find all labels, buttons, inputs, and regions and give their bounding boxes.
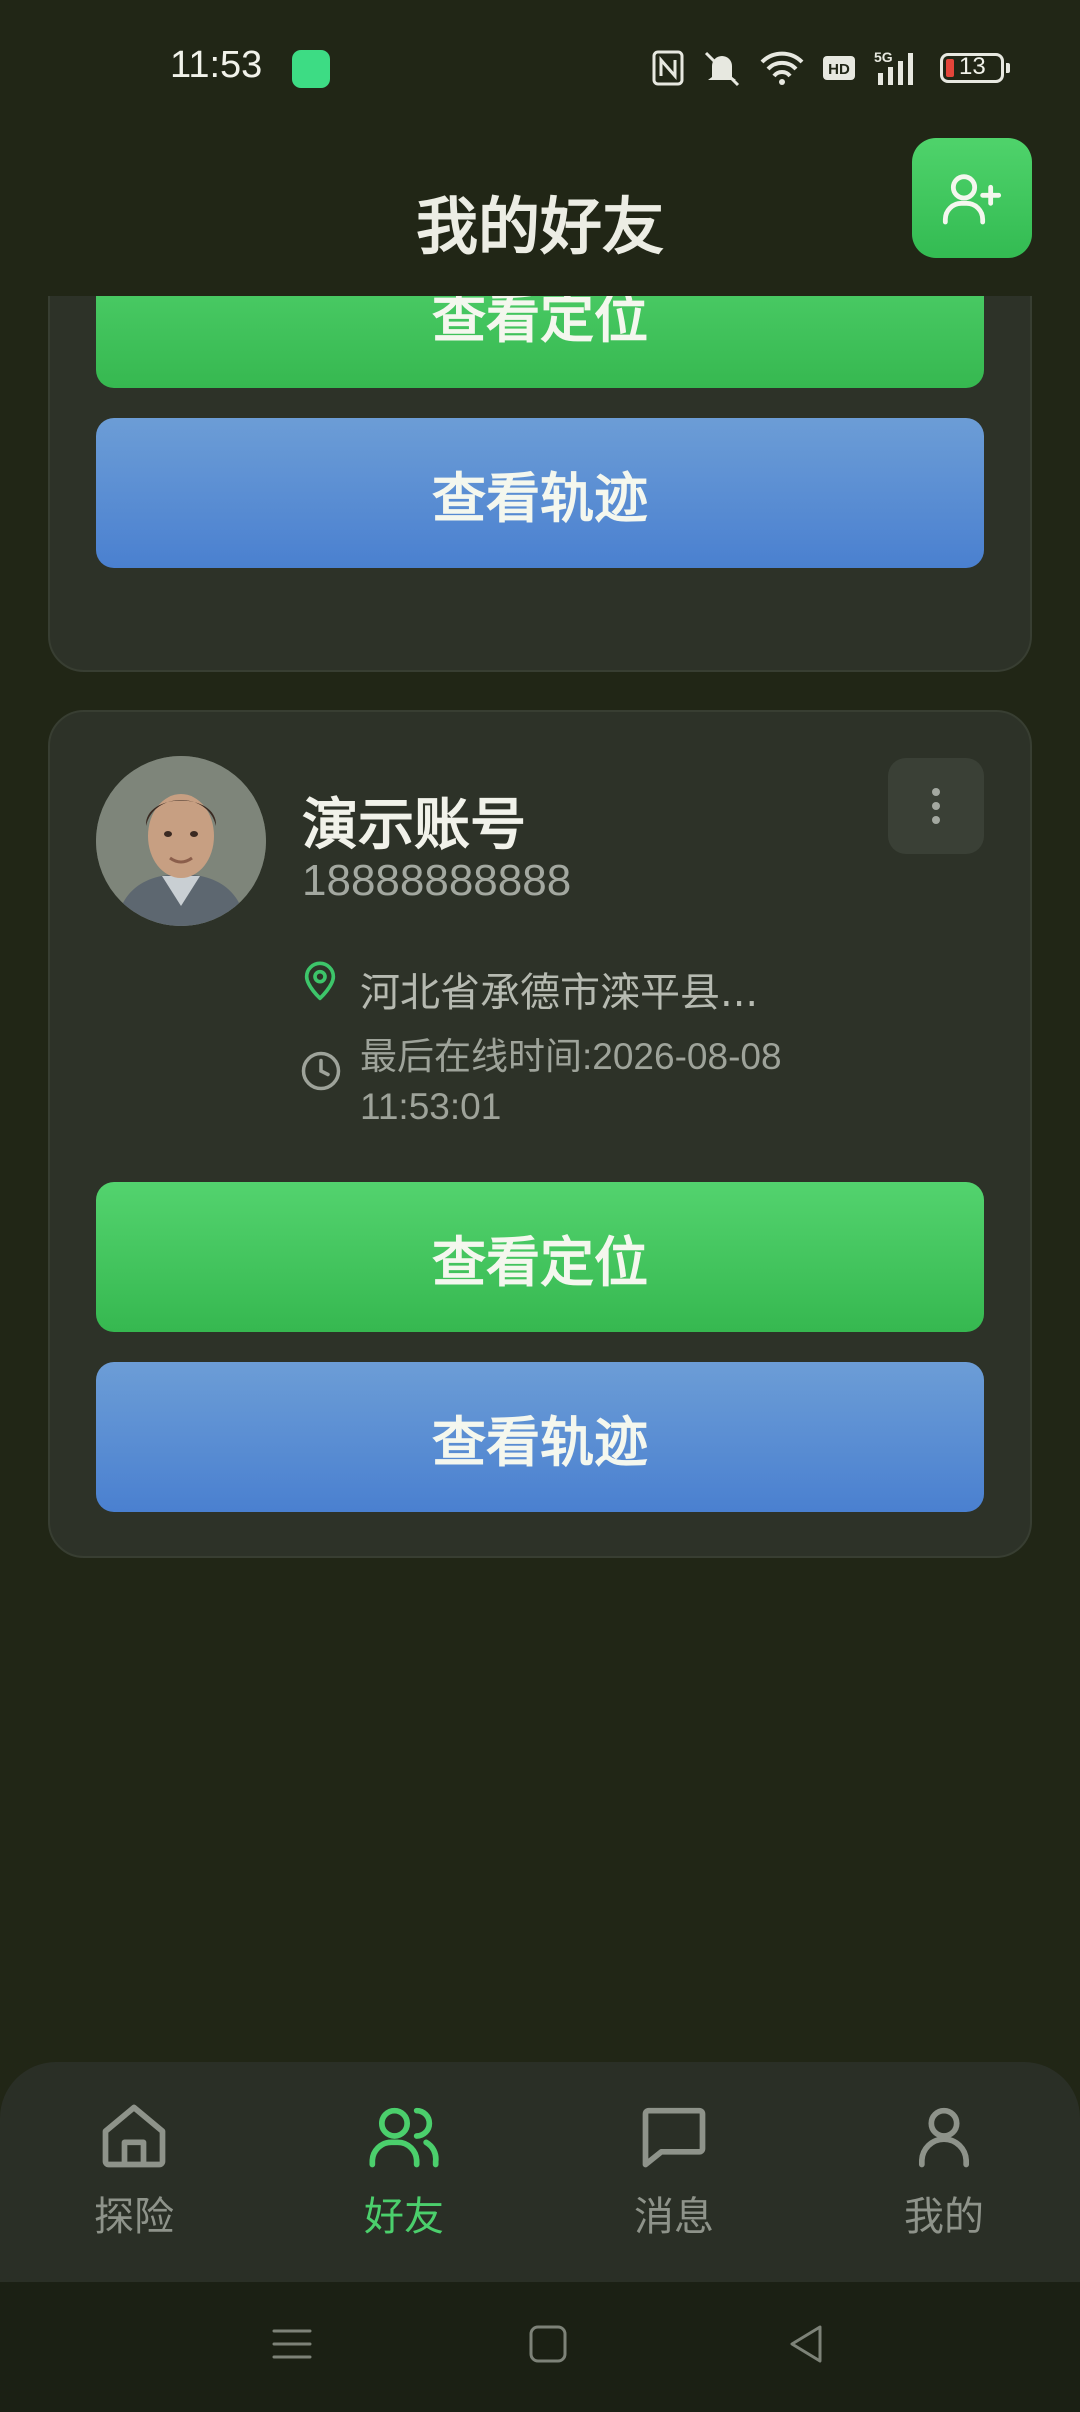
battery-level: 13 [959, 53, 986, 80]
home-icon [102, 2104, 166, 2168]
android-app-icon [292, 50, 330, 88]
message-icon [642, 2107, 706, 2168]
system-navigation-bar [0, 2282, 1080, 2412]
status-time: 11:53 [170, 44, 263, 86]
nav-tab-label: 消息 [634, 2194, 714, 2240]
friend-card: 演示账号 18888888888 河北省承德市滦平县... 最后在线时间:202… [48, 710, 1032, 1558]
last-online-time: 最后在线时间:2026-08-08 11:53:01 [360, 1036, 782, 1127]
status-bar: 11:53 HD 5G 13 [0, 0, 1080, 136]
view-track-button[interactable]: 查看轨迹 [96, 418, 984, 568]
clock-icon [300, 1050, 342, 1096]
avatar[interactable] [96, 756, 266, 926]
map-pin-icon [300, 958, 340, 1006]
view-location-button[interactable]: 查看定位 [96, 1182, 984, 1332]
svg-text:HD: HD [828, 61, 850, 78]
nav-tab-label: 我的 [904, 2194, 984, 2240]
wifi-icon [760, 49, 804, 87]
nav-tab-friends[interactable]: 好友 [314, 2098, 494, 2248]
nav-tab-messages[interactable]: 消息 [584, 2098, 764, 2248]
svg-text:5G: 5G [874, 49, 893, 65]
home-square-icon[interactable] [528, 2322, 568, 2370]
friend-phone: 18888888888 [302, 856, 572, 905]
battery-icon: 13 [940, 53, 1010, 83]
more-options-button[interactable] [888, 758, 984, 854]
status-icons: HD 5G 13 [652, 46, 1010, 90]
nav-tab-explore[interactable]: 探险 [44, 2098, 224, 2248]
app-header: 我的好友 [0, 136, 1080, 296]
more-vertical-icon [932, 788, 940, 796]
mute-icon [702, 49, 742, 87]
nav-tab-label: 好友 [364, 2194, 444, 2240]
friends-list[interactable]: 查看定位 查看轨迹 演示账号 18888888888 河北省承德市滦平县... … [0, 296, 1080, 2062]
signal-5g-icon: 5G [874, 49, 922, 87]
nfc-icon [652, 49, 684, 87]
friend-card: 查看定位 查看轨迹 [48, 296, 1032, 672]
hd-icon: HD [822, 49, 856, 87]
friends-screen: 11:53 HD 5G 13 我的好友 查看定位 查看轨迹 演示账号 18888… [0, 0, 1080, 2412]
friends-icon [369, 2107, 439, 2168]
friend-name: 演示账号 [302, 793, 526, 858]
menu-icon[interactable] [270, 2322, 314, 2370]
view-location-button[interactable]: 查看定位 [96, 296, 984, 388]
user-plus-icon [942, 174, 1002, 225]
back-triangle-icon[interactable] [786, 2322, 826, 2370]
friend-location: 河北省承德市滦平县... [360, 970, 759, 1016]
bottom-navigation: 探险 好友 消息 我的 [0, 2062, 1080, 2282]
view-track-button[interactable]: 查看轨迹 [96, 1362, 984, 1512]
person-icon [918, 2107, 970, 2168]
nav-tab-label: 探险 [94, 2194, 174, 2240]
add-friend-button[interactable] [912, 138, 1032, 258]
nav-tab-me[interactable]: 我的 [854, 2098, 1034, 2248]
